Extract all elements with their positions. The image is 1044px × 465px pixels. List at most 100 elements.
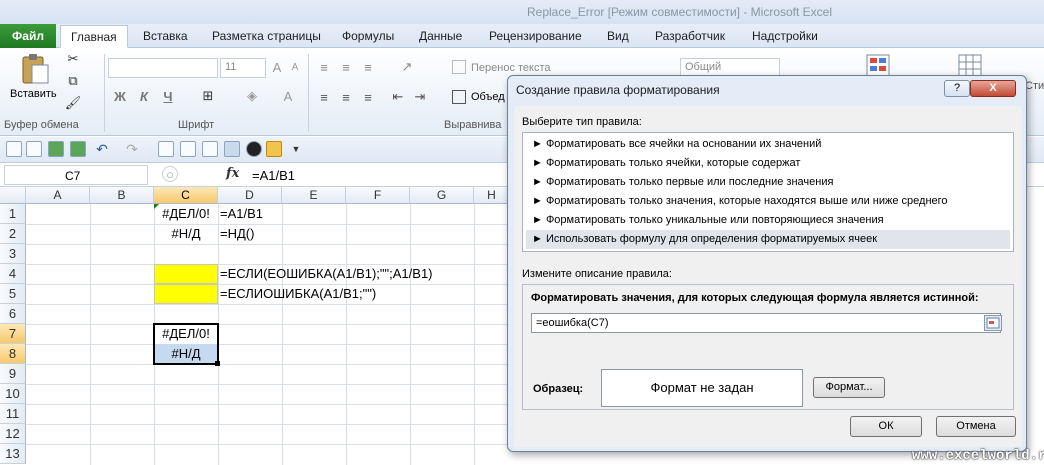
column-header[interactable]: A <box>26 187 90 204</box>
lock-icon[interactable] <box>266 141 282 157</box>
tab-developer[interactable]: Разработчик <box>655 29 725 43</box>
tab-home[interactable]: Главная <box>60 25 128 48</box>
close-button[interactable]: X <box>970 80 1016 97</box>
decrease-indent-icon[interactable]: ⇤ <box>390 89 406 104</box>
paste-label[interactable]: Вставить <box>10 88 57 100</box>
format-painter-icon[interactable]: 🖌 <box>64 95 82 110</box>
row-header[interactable]: 5 <box>0 284 26 304</box>
shrink-font-icon[interactable]: A <box>288 60 302 74</box>
wrap-text-icon[interactable] <box>452 60 466 74</box>
column-header[interactable]: G <box>410 187 474 204</box>
tab-view[interactable]: Вид <box>607 29 629 43</box>
column-header[interactable]: H <box>474 187 510 204</box>
list-item[interactable]: ► Форматировать только значения, которые… <box>526 192 1010 211</box>
row-header[interactable]: 3 <box>0 244 26 264</box>
excel-icon[interactable] <box>70 141 86 157</box>
cell-d4[interactable]: =ЕСЛИ(ЕОШИБКА(A1/B1);"";A1/B1) <box>220 264 433 284</box>
tab-page-layout[interactable]: Разметка страницы <box>212 29 321 43</box>
row-header[interactable]: 4 <box>0 264 26 284</box>
cell-c1[interactable]: #ДЕЛ/0! <box>154 204 218 224</box>
doc-icon[interactable] <box>158 141 174 157</box>
copy-icon[interactable]: ⧉ <box>64 73 82 88</box>
wrap-text-label[interactable]: Перенос текста <box>471 62 551 74</box>
font-color-icon[interactable]: A <box>280 88 296 104</box>
align-left-icon[interactable]: ≡ <box>316 90 332 105</box>
formula-value[interactable]: =еошибка(C7) <box>536 317 609 329</box>
cut-icon[interactable]: ✂ <box>66 51 80 66</box>
row-header[interactable]: 1 <box>0 204 26 224</box>
format-button[interactable]: Формат... <box>813 377 885 398</box>
italic-button[interactable]: К <box>136 88 152 104</box>
cell-d1[interactable]: =A1/B1 <box>220 204 263 224</box>
row-header[interactable]: 2 <box>0 224 26 244</box>
fill-color-icon[interactable]: ◈ <box>244 88 260 104</box>
grow-font-icon[interactable]: A <box>270 60 284 75</box>
cell-d2[interactable]: =НД() <box>220 224 254 244</box>
chevron-down-icon[interactable]: ▼ <box>290 142 302 156</box>
row-header[interactable]: 12 <box>0 424 26 444</box>
new-icon[interactable] <box>26 141 42 157</box>
collapse-dialog-icon[interactable] <box>984 315 1002 331</box>
tab-formulas[interactable]: Формулы <box>342 29 394 43</box>
row-header[interactable]: 10 <box>0 384 26 404</box>
row-header[interactable]: 9 <box>0 364 26 384</box>
row-header[interactable]: 6 <box>0 304 26 324</box>
column-header[interactable]: D <box>218 187 282 204</box>
merge-icon[interactable] <box>452 90 466 104</box>
bold-button[interactable]: Ж <box>112 88 128 104</box>
increase-indent-icon[interactable]: ⇥ <box>412 89 428 104</box>
save-icon[interactable] <box>48 141 64 157</box>
cell-c8[interactable]: #Н/Д <box>154 344 218 364</box>
cell-d5[interactable]: =ЕСЛИОШИБКА(A1/B1;"") <box>220 284 376 304</box>
cell-c2[interactable]: #Н/Д <box>154 224 218 244</box>
doc2-icon[interactable] <box>180 141 196 157</box>
column-header[interactable]: B <box>90 187 154 204</box>
row-header[interactable]: 13 <box>0 444 26 464</box>
help-button[interactable]: ? <box>944 80 970 97</box>
list-item[interactable]: ► Форматировать только ячейки, которые с… <box>526 154 1010 173</box>
select-all-corner[interactable] <box>0 187 26 204</box>
align-bottom-icon[interactable]: ≡ <box>360 60 376 75</box>
merge-label[interactable]: Объед <box>471 91 505 103</box>
ball-icon[interactable] <box>246 141 262 157</box>
column-header[interactable]: C <box>154 187 218 204</box>
ok-button[interactable]: ОК <box>850 416 922 437</box>
list-item-selected[interactable]: ► Использовать формулу для определения ф… <box>526 230 1010 249</box>
table-icon[interactable] <box>6 141 22 157</box>
list-item[interactable]: ► Форматировать только уникальные или по… <box>526 211 1010 230</box>
list-item[interactable]: ► Форматировать все ячейки на основании … <box>526 135 1010 154</box>
list-item[interactable]: ► Форматировать только первые или послед… <box>526 173 1010 192</box>
paste-icon[interactable] <box>18 52 52 86</box>
align-right-icon[interactable]: ≡ <box>360 90 376 105</box>
row-header[interactable]: 11 <box>0 404 26 424</box>
name-box[interactable]: C7 <box>4 165 148 185</box>
align-top-icon[interactable]: ≡ <box>316 60 332 75</box>
orientation-icon[interactable]: ↗ <box>398 59 416 74</box>
font-size-box[interactable]: 11 <box>220 58 266 78</box>
spreadsheet-grid[interactable]: A B C D E F G H 1 2 3 4 5 6 7 8 9 10 11 … <box>0 187 510 465</box>
doc3-icon[interactable] <box>202 141 218 157</box>
tab-review[interactable]: Рецензирование <box>489 29 582 43</box>
tab-data[interactable]: Данные <box>419 29 462 43</box>
column-header[interactable]: F <box>346 187 410 204</box>
cell-c4[interactable] <box>154 264 218 284</box>
tab-addins[interactable]: Надстройки <box>752 29 818 43</box>
tab-file[interactable]: Файл <box>0 24 56 48</box>
function-wizard-icon[interactable]: ○ <box>162 166 178 182</box>
row-header[interactable]: 8 <box>0 344 26 364</box>
formula-field[interactable]: =еошибка(C7) <box>531 313 1002 333</box>
borders-icon[interactable]: ⊞ <box>200 88 216 104</box>
redo-icon[interactable]: ↷ <box>124 141 140 157</box>
undo-icon[interactable]: ↶ <box>94 141 110 157</box>
tab-insert[interactable]: Вставка <box>143 29 188 43</box>
grid-icon[interactable] <box>224 141 240 157</box>
rule-type-list[interactable]: ► Форматировать все ячейки на основании … <box>522 132 1014 252</box>
font-name-box[interactable] <box>108 58 218 78</box>
row-header[interactable]: 7 <box>0 324 26 344</box>
cancel-button[interactable]: Отмена <box>936 416 1016 437</box>
underline-button[interactable]: Ч <box>160 88 176 104</box>
column-header[interactable]: E <box>282 187 346 204</box>
cell-c7[interactable]: #ДЕЛ/0! <box>154 324 218 344</box>
fx-icon[interactable]: fx <box>226 166 239 181</box>
align-middle-icon[interactable]: ≡ <box>338 60 354 75</box>
